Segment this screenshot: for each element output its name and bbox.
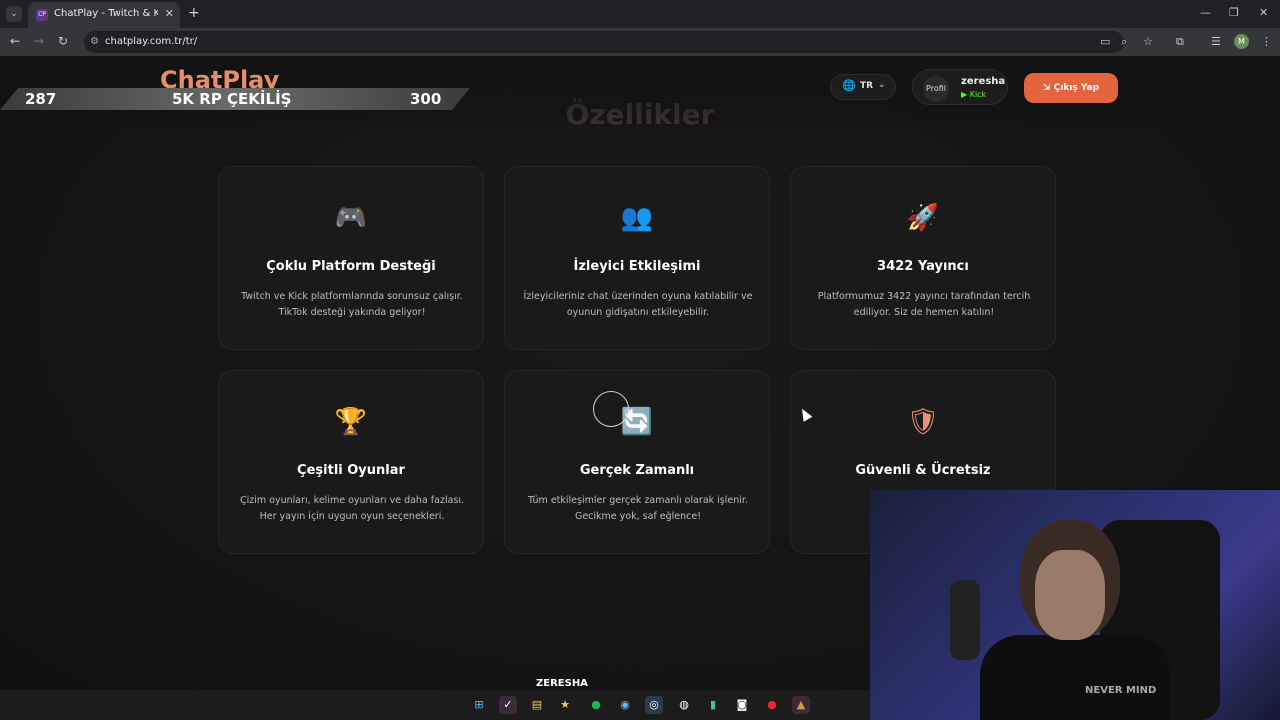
globe-icon: 🌐 (842, 79, 856, 92)
logout-label: Çıkış Yap (1053, 83, 1100, 93)
cast-icon[interactable]: ▭ (1100, 35, 1110, 48)
banner-right-count: 300 (410, 90, 442, 108)
site-info-icon[interactable]: ⚙ (90, 36, 99, 47)
app-icon[interactable]: ▮ (704, 696, 722, 714)
banner-goal-text: 5K RP ÇEKİLİŞ (172, 90, 292, 108)
forward-icon[interactable]: → (34, 34, 44, 48)
address-bar[interactable]: ⚙ chatplay.com.tr/tr/ (84, 31, 1124, 53)
chevron-down-icon: ⌄ (878, 80, 886, 90)
reload-icon[interactable]: ↻ (58, 34, 68, 48)
feature-description: Platformumuz 3422 yayıncı tarafından ter… (817, 291, 1031, 318)
platform-label: Kick (969, 90, 987, 99)
new-tab-icon[interactable]: + (188, 5, 200, 21)
webcam-overlay: NEVER MIND (870, 490, 1280, 720)
chatplay-favicon-icon: CP (36, 9, 48, 21)
restore-icon[interactable]: ❐ (1229, 6, 1239, 19)
platform-badge: ▶ Kick (961, 90, 987, 99)
trophy-icon: 🏆 (334, 407, 368, 437)
browser-toolbar: ← → ↻ ⚙ chatplay.com.tr/tr/ ▭ ⌕ ☆ ⧉ ☰ M … (0, 28, 1280, 56)
app-icon[interactable]: ✓ (499, 696, 517, 714)
browser-profile-avatar[interactable]: M (1234, 34, 1249, 49)
feature-card: 🎮 Çoklu Platform Desteği Twitch ve Kick … (218, 166, 484, 350)
feature-description: İzleyicileriniz chat üzerinden oyuna kat… (523, 291, 753, 318)
feature-title: Çeşitli Oyunlar (297, 463, 405, 478)
feature-description: Tüm etkileşimler gerçek zamanlı olarak i… (528, 495, 748, 522)
sidebar-icon[interactable]: ☰ (1211, 35, 1221, 48)
language-selector[interactable]: 🌐 TR ⌄ (830, 74, 896, 100)
stream-overlay-banner: 287 5K RP ÇEKİLİŞ 300 (0, 88, 470, 110)
sync-icon: 🔄 (620, 407, 654, 437)
tab-title: ChatPlay - Twitch & Kick İzleyici (54, 8, 158, 19)
feature-title: İzleyici Etkileşimi (573, 259, 701, 274)
pikachu-app-icon[interactable]: ★ (556, 696, 574, 714)
click-highlight-ring (593, 391, 629, 427)
windows-start-icon[interactable]: ⊞ (470, 696, 488, 714)
webcam-person-body (980, 635, 1170, 720)
feature-card: 👥 İzleyici Etkileşimi İzleyicileriniz ch… (504, 166, 770, 350)
shield-icon: 🛡 (906, 407, 940, 437)
banner-left-count: 287 (25, 90, 57, 108)
steam-icon[interactable]: ◉ (616, 696, 634, 714)
users-icon: 👥 (620, 203, 654, 233)
webcam-microphone (950, 580, 980, 660)
feature-card: 🏆 Çeşitli Oyunlar Çizim oyunları, kelime… (218, 370, 484, 554)
feature-card: 🚀 3422 Yayıncı Platformumuz 3422 yayıncı… (790, 166, 1056, 350)
spotify-icon[interactable]: ● (587, 696, 605, 714)
app-icon[interactable]: ● (763, 696, 781, 714)
taskbar: ZERESHA ⊞ ✓ ▤ ★ ● ◉ ◎ ◍ ▮ ◙ ● ▲ (0, 678, 870, 720)
minimize-icon[interactable]: — (1200, 6, 1211, 19)
feature-title: Çoklu Platform Desteği (266, 259, 436, 274)
feature-title: 3422 Yayıncı (877, 259, 969, 274)
feature-card: 🔄 Gerçek Zamanlı Tüm etkileşimler gerçek… (504, 370, 770, 554)
app-icon[interactable]: ◙ (733, 696, 751, 714)
profile-name: zeresha (961, 76, 1006, 87)
extensions-icon[interactable]: ⧉ (1176, 35, 1184, 49)
game-launcher-icon[interactable]: ▲ (792, 696, 810, 714)
tab-search-button[interactable]: ⌄ (6, 6, 22, 22)
language-code: TR (860, 81, 874, 91)
rocket-icon: 🚀 (906, 203, 940, 233)
folder-icon[interactable]: ▤ (528, 696, 546, 714)
feature-title: Gerçek Zamanlı (579, 463, 695, 478)
chrome-icon[interactable]: ◎ (645, 696, 663, 714)
more-menu-icon[interactable]: ⋮ (1261, 35, 1272, 48)
browser-tab[interactable]: CP ChatPlay - Twitch & Kick İzleyici ✕ (28, 2, 180, 28)
url-text: chatplay.com.tr/tr/ (105, 36, 198, 47)
feature-title: Güvenli & Ücretsiz (855, 463, 991, 478)
streamer-name-label: ZERESHA (536, 678, 588, 689)
avatar: Profil (923, 76, 949, 102)
webcam-person-face (1035, 550, 1105, 640)
webcam-shirt-text: NEVER MIND (1085, 685, 1157, 696)
gamepad-icon: 🎮 (334, 203, 368, 233)
logout-button[interactable]: ⇲ Çıkış Yap (1024, 73, 1118, 103)
feature-description: Twitch ve Kick platformlarında sorunsuz … (241, 291, 463, 318)
close-icon[interactable]: ✕ (165, 7, 174, 20)
obs-icon[interactable]: ◍ (675, 696, 693, 714)
profile-button[interactable]: Profil zeresha ▶ Kick (912, 69, 1008, 105)
zoom-icon[interactable]: ⌕ (1121, 35, 1127, 49)
back-icon[interactable]: ← (10, 34, 20, 48)
bookmark-star-icon[interactable]: ☆ (1143, 35, 1153, 48)
feature-description: Çizim oyunları, kelime oyunları ve daha … (239, 495, 465, 522)
browser-tab-bar: ⌄ CP ChatPlay - Twitch & Kick İzleyici ✕… (0, 0, 1280, 28)
window-close-icon[interactable]: ✕ (1259, 6, 1268, 19)
